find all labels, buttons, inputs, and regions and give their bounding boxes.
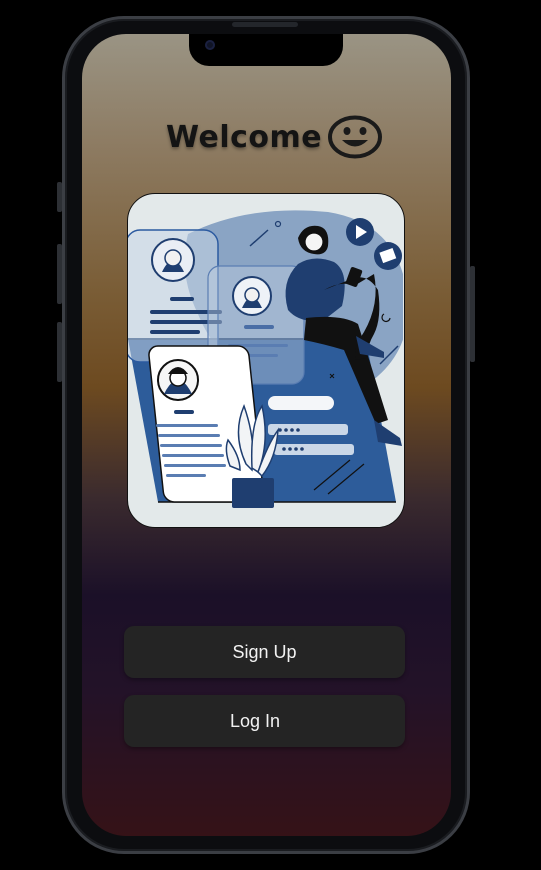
device-stage: Welcome Sign Up Log In <box>0 0 541 870</box>
welcome-header: Welcome <box>166 112 383 162</box>
sign-up-button[interactable]: Sign Up <box>124 626 405 678</box>
log-in-button[interactable]: Log In <box>124 695 405 747</box>
power-button <box>470 266 475 362</box>
notch <box>189 34 343 66</box>
profile-illustration <box>128 210 403 508</box>
welcome-illustration <box>127 193 405 528</box>
page-title: Welcome <box>166 119 323 155</box>
sign-up-label: Sign Up <box>232 641 297 662</box>
log-in-label: Log In <box>230 710 281 731</box>
front-camera <box>205 40 215 50</box>
smiling-face-icon <box>328 115 383 159</box>
speaker-grille <box>232 22 298 27</box>
